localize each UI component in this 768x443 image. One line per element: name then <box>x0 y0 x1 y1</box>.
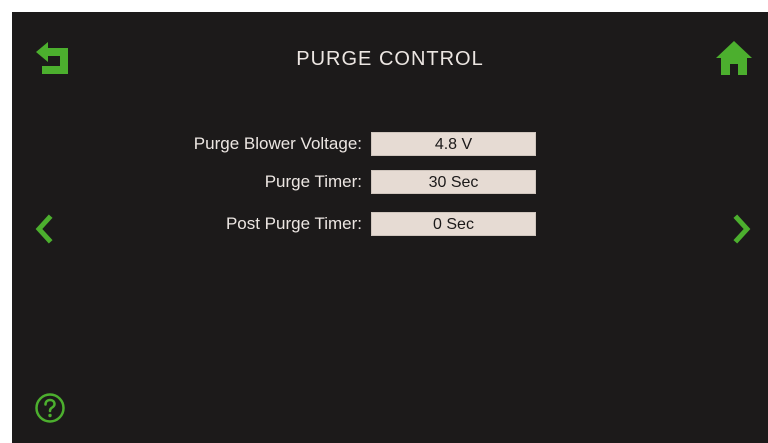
post-purge-timer-field[interactable]: 0 Sec <box>371 212 536 236</box>
setting-row-purge-blower-voltage: Purge Blower Voltage: 4.8 V <box>12 131 768 157</box>
home-icon[interactable] <box>714 38 754 78</box>
purge-blower-voltage-field[interactable]: 4.8 V <box>371 132 536 156</box>
help-circle-icon[interactable] <box>34 392 66 424</box>
purge-timer-field[interactable]: 30 Sec <box>371 170 536 194</box>
setting-label: Post Purge Timer: <box>225 214 362 233</box>
purge-control-screen: PURGE CONTROL Purge Blower Voltage: 4.8 … <box>12 12 768 443</box>
page-title: PURGE CONTROL <box>296 48 484 70</box>
setting-row-post-purge-timer: Post Purge Timer: 0 Sec <box>12 211 768 237</box>
setting-row-purge-timer: Purge Timer: 30 Sec <box>12 169 768 195</box>
setting-label: Purge Blower Voltage: <box>193 134 362 153</box>
setting-label: Purge Timer: <box>264 172 362 191</box>
